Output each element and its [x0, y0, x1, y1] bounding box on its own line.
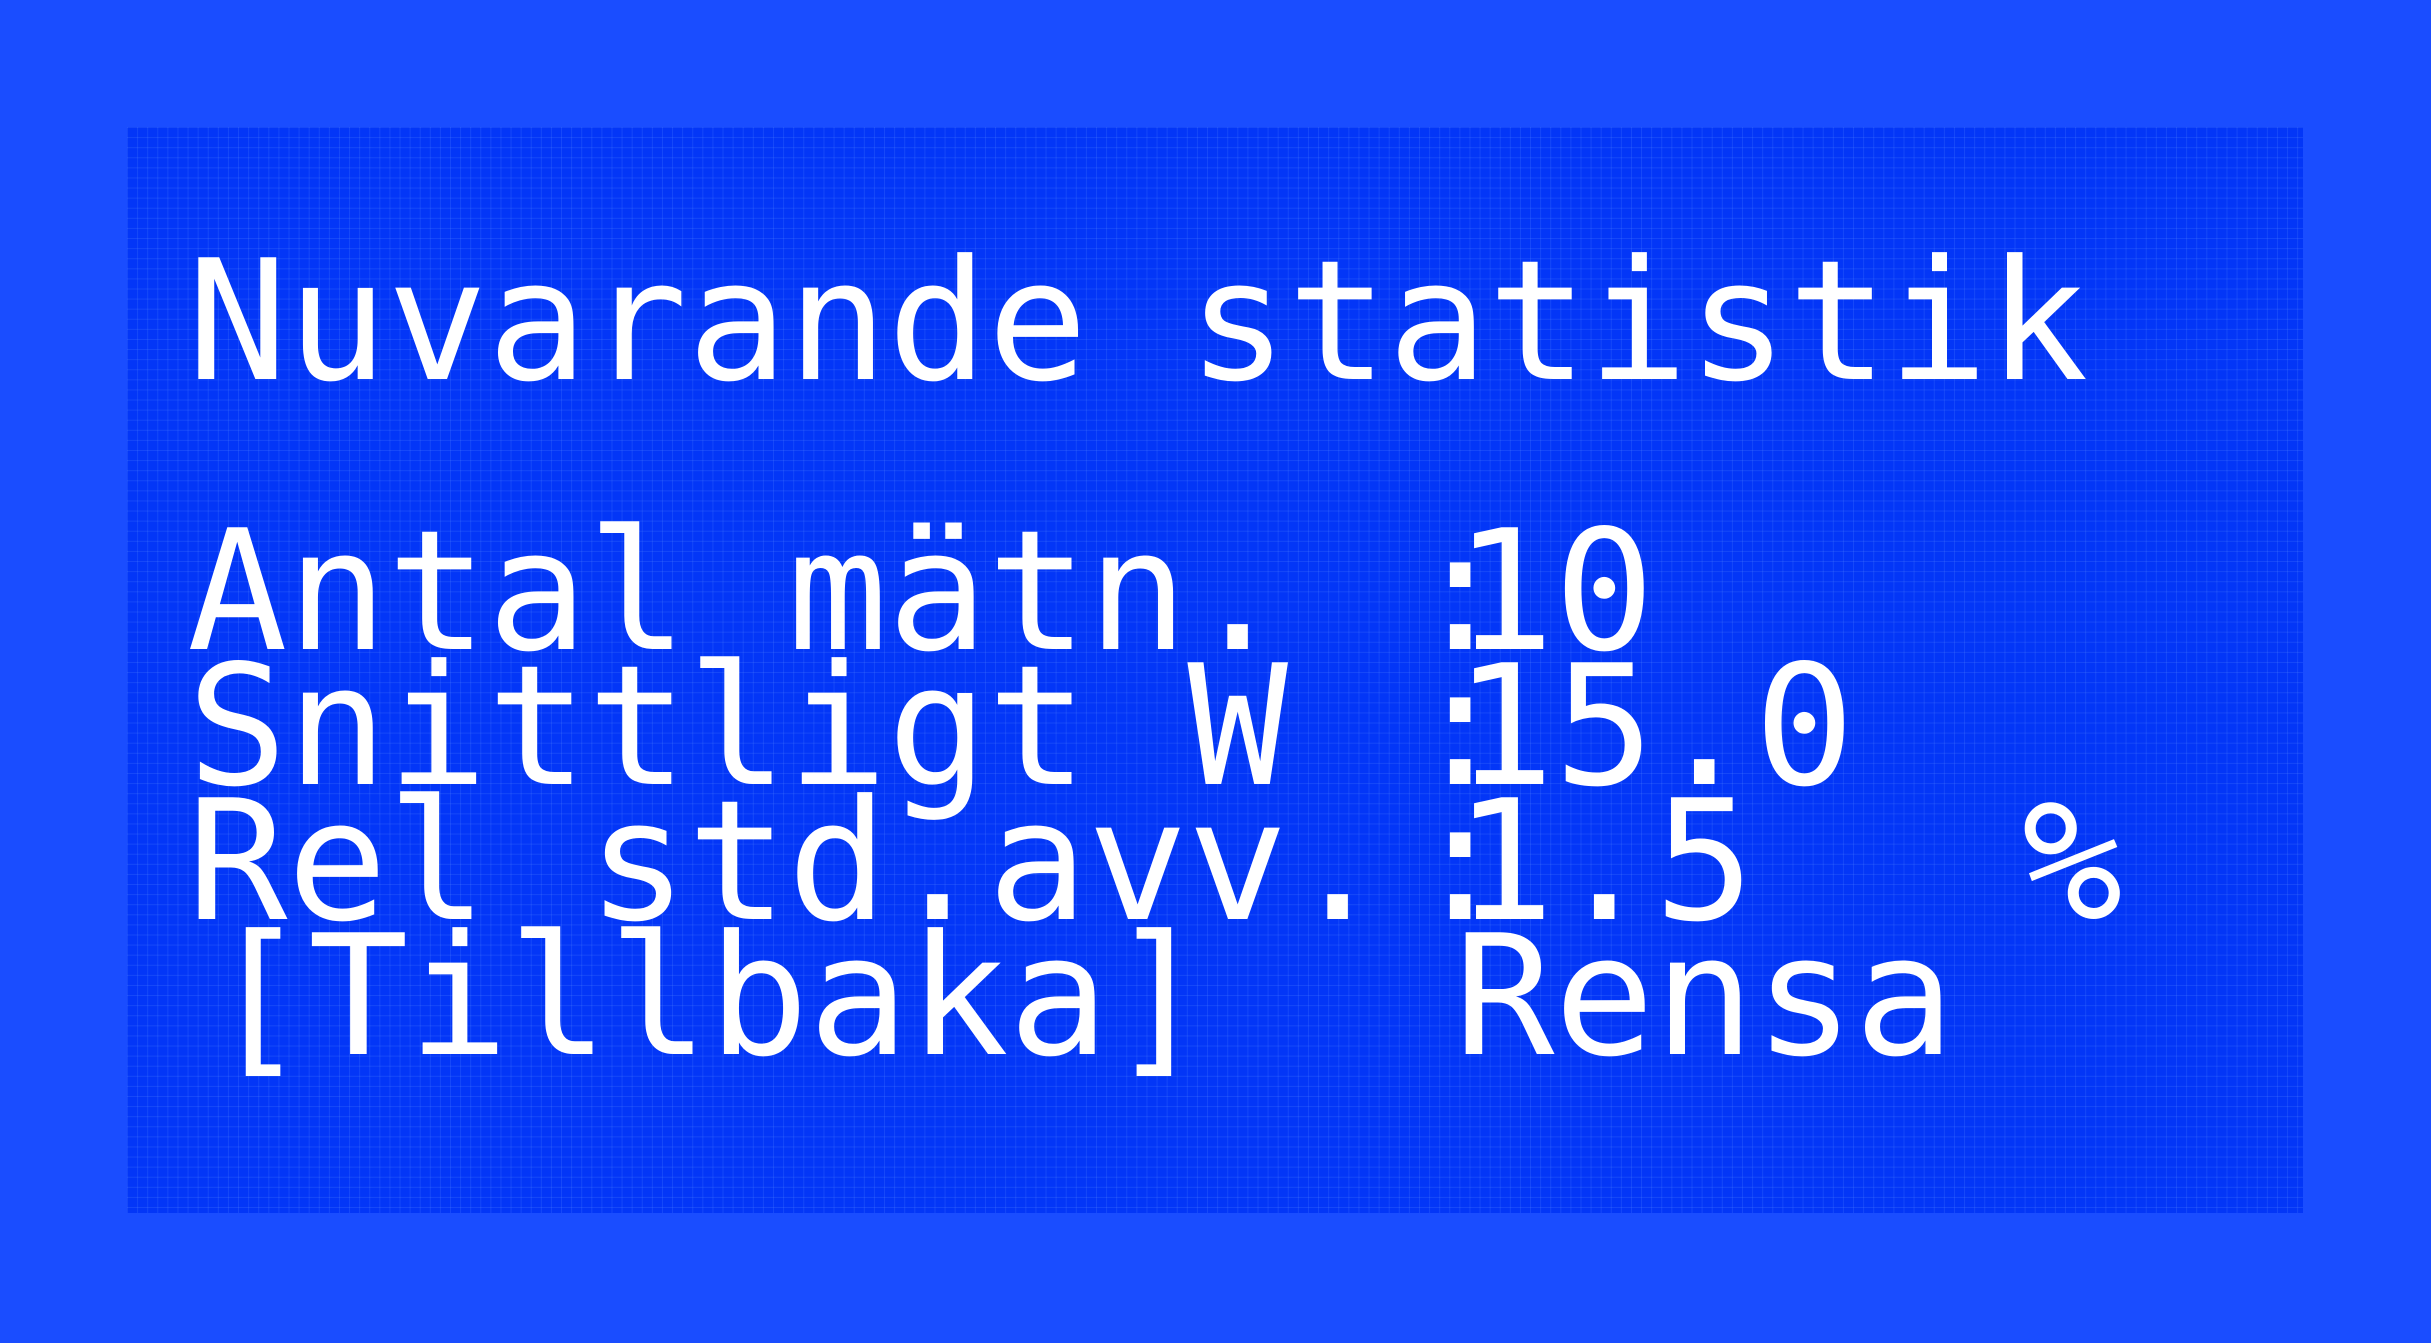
stat-unit-rel-std: %: [2022, 765, 2123, 959]
lcd-display: Nuvarande statistik Antal mätn. : 10 Sni…: [127, 127, 2303, 1213]
button-row: [Tillbaka] Rensa: [127, 914, 2303, 1081]
back-button[interactable]: [Tillbaka]: [208, 914, 1209, 1081]
clear-button[interactable]: Rensa: [1454, 914, 1955, 1081]
title-row: Nuvarande statistik: [127, 225, 2303, 419]
screen-title: Nuvarande statistik: [187, 225, 2088, 419]
